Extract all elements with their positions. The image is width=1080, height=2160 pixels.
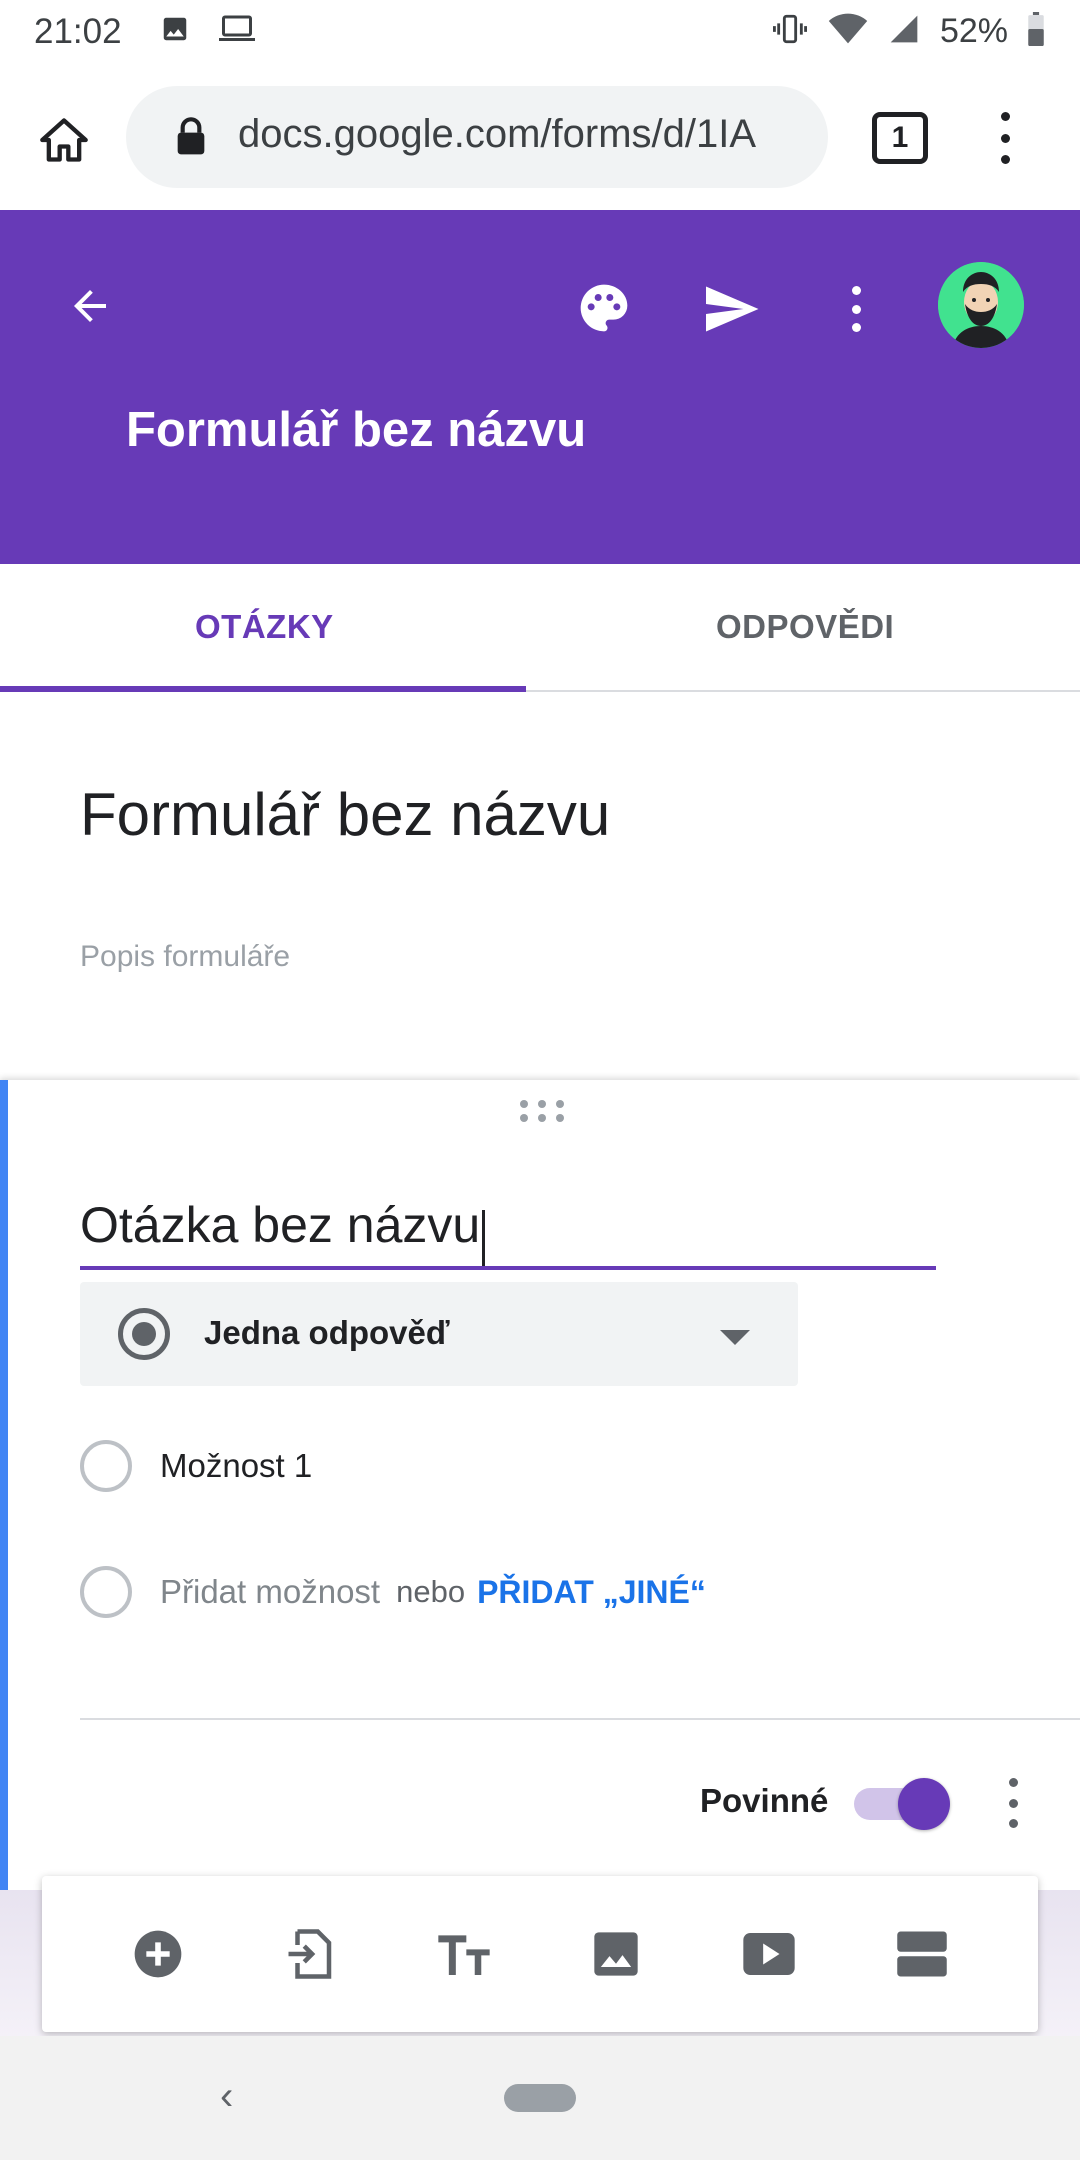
vibrate-icon: [770, 12, 810, 51]
back-arrow-icon: [74, 290, 106, 322]
forms-header: Formulář bez názvu: [0, 210, 1080, 564]
required-label: Povinné: [700, 1782, 829, 1819]
question-title-text: Otázka bez názvu: [80, 1197, 481, 1253]
radio-unchecked-icon: [80, 1566, 132, 1618]
palette-icon: [580, 284, 628, 332]
radio-unchecked-icon: [80, 1440, 132, 1492]
tab-questions[interactable]: OTÁZKY: [195, 608, 334, 646]
option-label[interactable]: Možnost 1: [160, 1447, 312, 1485]
more-vert-icon: [1008, 1778, 1018, 1787]
option-row[interactable]: Možnost 1: [80, 1440, 312, 1492]
required-toggle[interactable]: [898, 1778, 950, 1830]
avatar[interactable]: [938, 262, 1024, 348]
question-card[interactable]: Otázka bez názvu Jedna odpověď Možnost 1…: [0, 1080, 1080, 1890]
dropdown-arrow-icon: [720, 1330, 750, 1345]
section-icon: [896, 1931, 947, 1977]
add-section-button[interactable]: [889, 1921, 955, 1987]
image-icon: [594, 1932, 638, 1976]
question-type-dropdown[interactable]: Jedna odpověď: [80, 1282, 798, 1386]
header-more-button[interactable]: [840, 274, 872, 344]
import-question-icon: [288, 1929, 332, 1979]
question-toolbar: [42, 1876, 1038, 2032]
add-video-button[interactable]: [736, 1921, 802, 1987]
home-icon: [40, 118, 88, 162]
tab-switcher-button[interactable]: 1: [872, 112, 928, 164]
status-right: 52%: [770, 12, 1046, 51]
form-title-field[interactable]: Formulář bez názvu: [80, 780, 610, 849]
back-button[interactable]: [60, 276, 120, 336]
question-type-label: Jedna odpověď: [204, 1314, 450, 1351]
form-description-field[interactable]: Popis formuláře: [80, 940, 290, 974]
battery-icon: [1026, 12, 1046, 51]
battery-text: 52%: [939, 12, 1008, 50]
add-option-link[interactable]: Přidat možnost: [160, 1573, 380, 1611]
text-cursor: [482, 1209, 486, 1266]
add-other-link[interactable]: PŘIDAT „JINÉ“: [477, 1574, 706, 1611]
card-focus-accent: [0, 1080, 8, 1890]
question-title-field[interactable]: Otázka bez názvu: [80, 1190, 936, 1270]
import-question-button[interactable]: [278, 1921, 344, 1987]
image-icon: [160, 14, 190, 49]
nav-home-pill[interactable]: [504, 2084, 576, 2112]
nav-back-icon[interactable]: ‹: [220, 2074, 233, 2119]
laptop-icon: [218, 14, 256, 49]
more-vert-icon: [1000, 112, 1010, 121]
theme-button[interactable]: [572, 276, 636, 340]
add-image-button[interactable]: [583, 1921, 649, 1987]
address-bar[interactable]: docs.google.com/forms/d/1IA: [126, 86, 828, 188]
system-nav-bar: ‹: [0, 2036, 1080, 2160]
signal-icon: [886, 13, 922, 50]
more-vert-icon: [851, 286, 861, 295]
browser-toolbar: docs.google.com/forms/d/1IA 1: [0, 64, 1080, 210]
send-button[interactable]: [696, 274, 766, 344]
status-time: 21:02: [34, 12, 122, 51]
status-left-icons: [160, 14, 256, 49]
drag-handle-icon[interactable]: [520, 1100, 564, 1124]
browser-menu-button[interactable]: [990, 106, 1020, 170]
title-text-icon: [437, 1935, 490, 1975]
card-divider: [80, 1718, 1080, 1720]
active-tab-indicator: [0, 686, 526, 692]
video-icon: [743, 1933, 795, 1975]
or-text: nebo: [396, 1574, 466, 1609]
tab-responses[interactable]: ODPOVĚDI: [716, 608, 894, 646]
add-question-button[interactable]: [125, 1921, 191, 1987]
header-title: Formulář bez názvu: [126, 403, 587, 457]
wifi-icon: [828, 13, 868, 50]
send-icon: [706, 286, 759, 332]
home-button[interactable]: [32, 108, 96, 172]
question-more-button[interactable]: [1000, 1772, 1026, 1834]
url-text: docs.google.com/forms/d/1IA: [238, 112, 757, 156]
avatar-image: [938, 262, 1024, 348]
tab-count: 1: [891, 121, 909, 154]
tab-bar: OTÁZKY ODPOVĚDI: [0, 564, 1080, 692]
radio-checked-icon: [118, 1308, 170, 1360]
lock-icon: [174, 116, 208, 161]
add-question-icon: [134, 1930, 182, 1978]
add-title-button[interactable]: [431, 1921, 497, 1987]
add-option-row: Přidat možnost nebo PŘIDAT „JINÉ“: [80, 1566, 706, 1618]
status-bar: 21:02 52%: [0, 0, 1080, 64]
